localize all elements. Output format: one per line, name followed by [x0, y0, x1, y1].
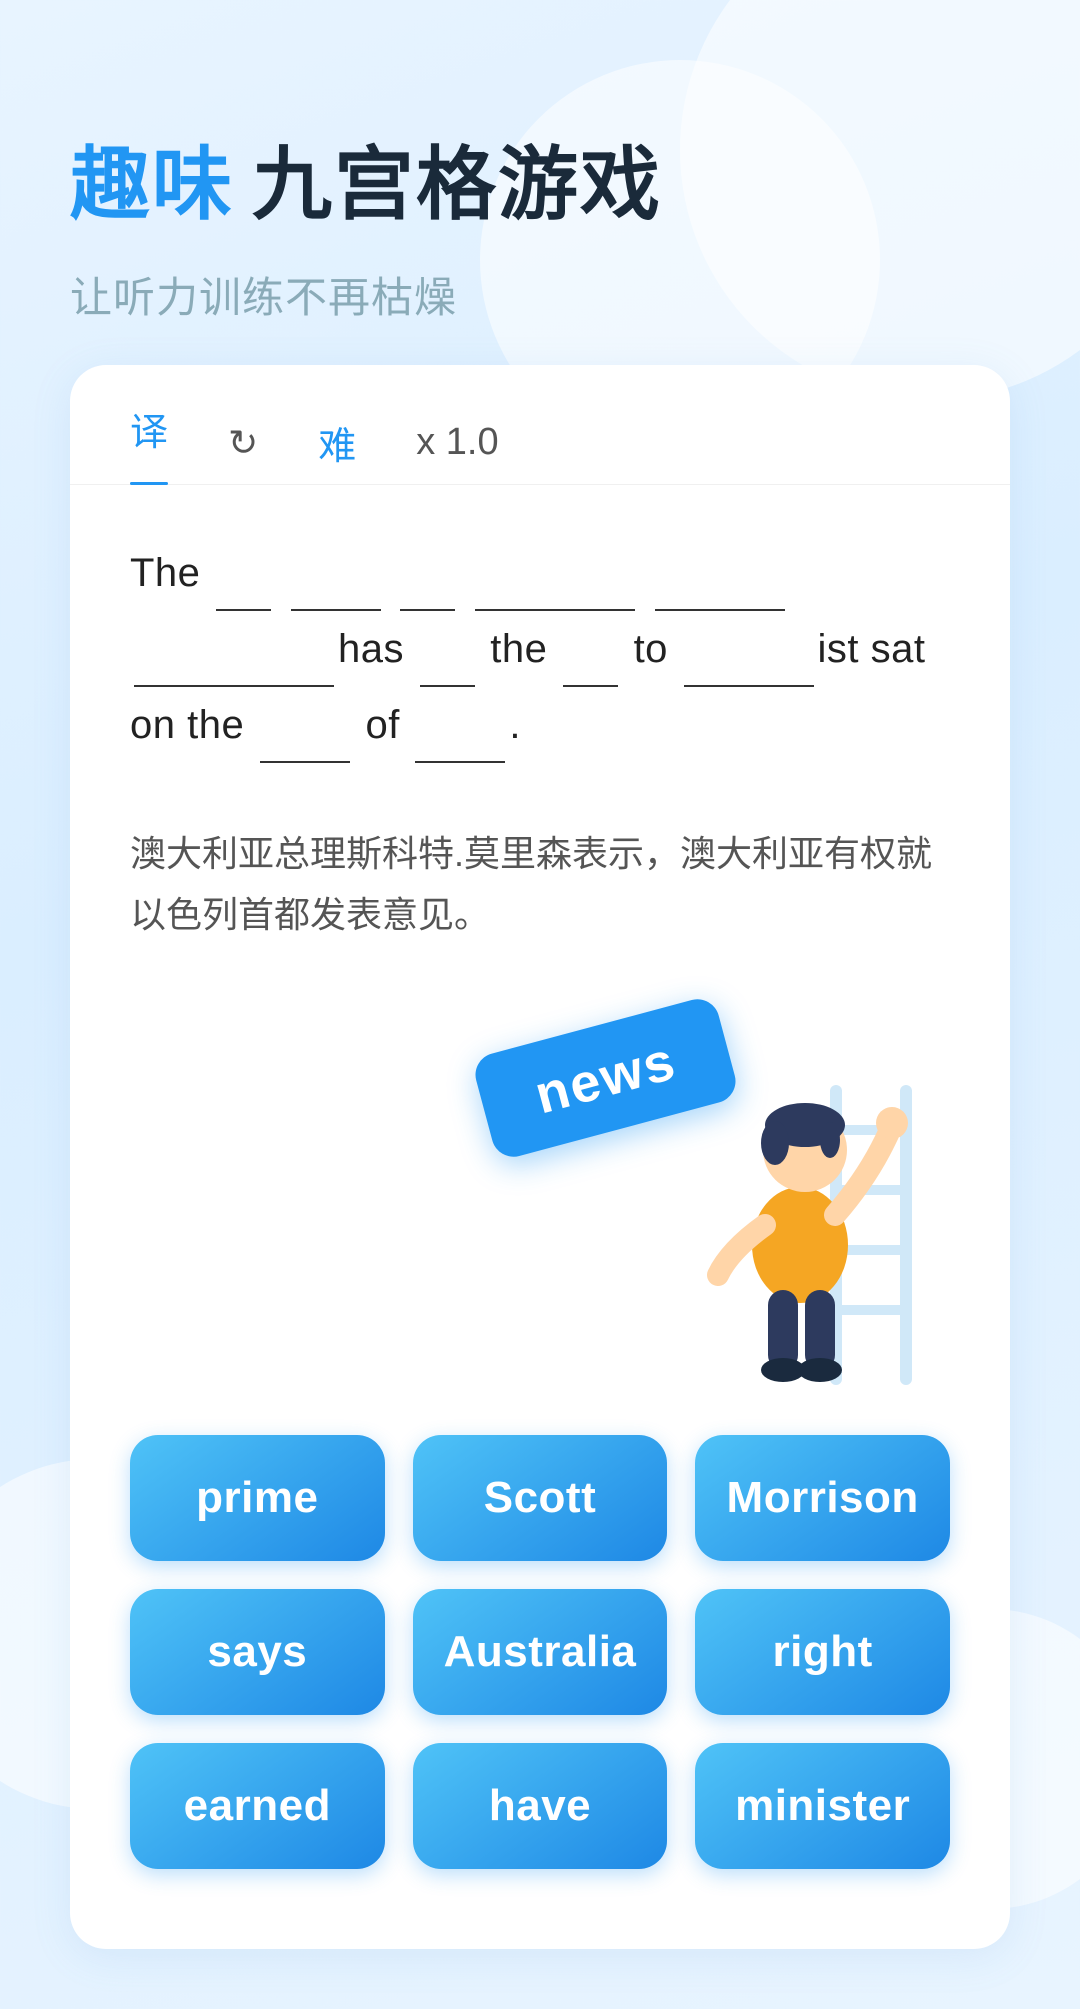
- title-main: 九宫格游戏: [252, 120, 662, 236]
- blank-4: [475, 609, 635, 611]
- blank-2: [291, 609, 381, 611]
- translation-text: 澳大利亚总理斯科特.莫里森表示，澳大利亚有权就以色列首都发表意见。: [70, 793, 1010, 945]
- title-row: 趣味 九宫格游戏: [70, 120, 1010, 236]
- blank-7: [420, 685, 475, 687]
- tab-refresh[interactable]: ↻: [228, 422, 258, 464]
- sentence-area: The has the to ist sat on the of .: [70, 485, 1010, 793]
- blank-8: [563, 685, 618, 687]
- word-btn-have[interactable]: have: [413, 1743, 668, 1869]
- tab-bar: 译 ↻ 难 x 1.0: [70, 365, 1010, 485]
- page-header: 趣味 九宫格游戏 让听力训练不再枯燥: [70, 120, 1010, 325]
- sentence-text: The has the to ist sat on the of .: [130, 535, 950, 763]
- word-btn-scott[interactable]: Scott: [413, 1435, 668, 1561]
- blank-1: [216, 609, 271, 611]
- word-btn-right[interactable]: right: [695, 1589, 950, 1715]
- word-btn-australia[interactable]: Australia: [413, 1589, 668, 1715]
- game-card: 译 ↻ 难 x 1.0 The has the to: [70, 365, 1010, 1949]
- word-btn-says[interactable]: says: [130, 1589, 385, 1715]
- subtitle: 让听力训练不再枯燥: [70, 264, 1010, 325]
- illustration-area: news: [70, 965, 1010, 1385]
- blank-10: [260, 761, 350, 763]
- tab-hard[interactable]: 难: [318, 415, 356, 470]
- word-btn-minister[interactable]: minister: [695, 1743, 950, 1869]
- word-grid: prime Scott Morrison says Australia righ…: [70, 1405, 1010, 1909]
- blank-9: [684, 685, 814, 687]
- tab-speed[interactable]: x 1.0: [416, 421, 498, 464]
- blank-11: [415, 761, 505, 763]
- word-btn-prime[interactable]: prime: [130, 1435, 385, 1561]
- word-btn-morrison[interactable]: Morrison: [695, 1435, 950, 1561]
- title-accent: 趣味: [70, 120, 234, 236]
- word-btn-earned[interactable]: earned: [130, 1743, 385, 1869]
- blank-5: [655, 609, 785, 611]
- tab-translate[interactable]: 译: [130, 401, 168, 484]
- blank-3: [400, 609, 455, 611]
- blank-6: [134, 685, 334, 687]
